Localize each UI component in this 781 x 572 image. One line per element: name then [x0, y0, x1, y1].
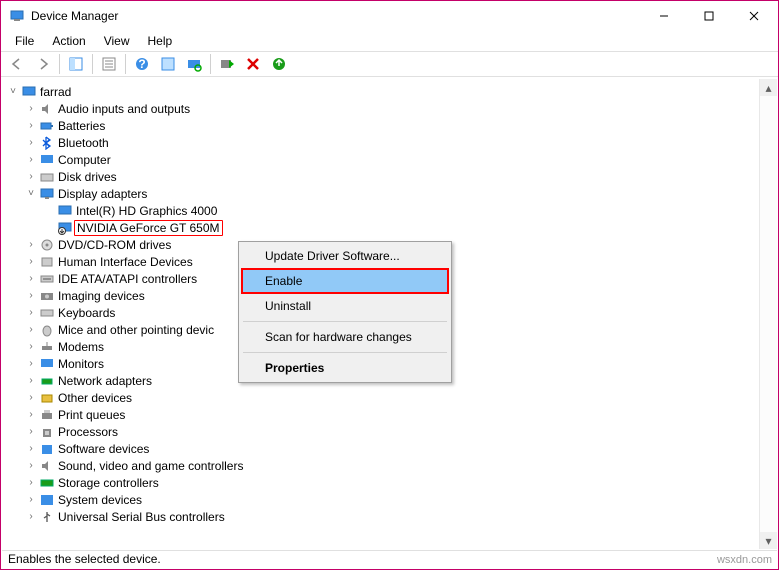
- tree-print[interactable]: ›Print queues: [2, 406, 759, 423]
- ctx-properties[interactable]: Properties: [241, 356, 449, 380]
- ctx-uninstall[interactable]: Uninstall: [241, 294, 449, 318]
- disc-icon: [38, 238, 56, 252]
- tree-sound[interactable]: ›Sound, video and game controllers: [2, 457, 759, 474]
- tree-batteries[interactable]: ›Batteries: [2, 117, 759, 134]
- tree-audio[interactable]: ›Audio inputs and outputs: [2, 100, 759, 117]
- modem-icon: [38, 340, 56, 354]
- window-title: Device Manager: [31, 9, 641, 23]
- usb-icon: [38, 510, 56, 524]
- show-hide-tree-button[interactable]: [64, 53, 88, 75]
- tree-disk[interactable]: ›Disk drives: [2, 168, 759, 185]
- ide-icon: [38, 272, 56, 286]
- tree-usb[interactable]: ›Universal Serial Bus controllers: [2, 508, 759, 525]
- minimize-button[interactable]: [641, 2, 686, 31]
- scan-hardware-button[interactable]: [182, 53, 206, 75]
- printer-icon: [38, 408, 56, 422]
- svg-text:?: ?: [138, 57, 145, 71]
- tree-processors[interactable]: ›Processors: [2, 423, 759, 440]
- other-icon: [38, 391, 56, 405]
- tree-bluetooth[interactable]: ›Bluetooth: [2, 134, 759, 151]
- scroll-thumb[interactable]: [760, 96, 777, 532]
- tree-other[interactable]: ›Other devices: [2, 389, 759, 406]
- forward-button[interactable]: [31, 53, 55, 75]
- enable-button[interactable]: [215, 53, 239, 75]
- tree-display[interactable]: ˅Display adapters: [2, 185, 759, 202]
- tree-display-nvidia[interactable]: NVIDIA GeForce GT 650M: [2, 219, 759, 236]
- menu-action[interactable]: Action: [44, 32, 93, 50]
- sound-icon: [38, 459, 56, 473]
- menu-view[interactable]: View: [96, 32, 138, 50]
- update-driver-button[interactable]: [267, 53, 291, 75]
- tool-icon-1[interactable]: [156, 53, 180, 75]
- properties-button[interactable]: [97, 53, 121, 75]
- camera-icon: [38, 289, 56, 303]
- hid-icon: [38, 255, 56, 269]
- maximize-button[interactable]: [686, 2, 731, 31]
- device-manager-window: Device Manager File Action View Help ? ˅…: [0, 0, 779, 570]
- app-icon: [9, 8, 25, 24]
- monitor-icon: [38, 357, 56, 371]
- close-button[interactable]: [731, 2, 776, 31]
- menu-help[interactable]: Help: [140, 32, 181, 50]
- monitor-icon: [56, 204, 74, 218]
- watermark: wsxdn.com: [717, 554, 772, 566]
- tree-software[interactable]: ›Software devices: [2, 440, 759, 457]
- scroll-down-button[interactable]: ▾: [760, 532, 777, 549]
- ctx-separator: [243, 321, 447, 322]
- help-button[interactable]: ?: [130, 53, 154, 75]
- vertical-scrollbar[interactable]: ▴ ▾: [760, 79, 777, 549]
- status-text: Enables the selected device.: [8, 552, 161, 566]
- ctx-scan[interactable]: Scan for hardware changes: [241, 325, 449, 349]
- toolbar: ?: [1, 51, 778, 77]
- computer-icon: [20, 85, 38, 99]
- system-icon: [38, 493, 56, 507]
- computer-icon: [38, 153, 56, 167]
- uninstall-button[interactable]: [241, 53, 265, 75]
- menubar: File Action View Help: [1, 31, 778, 51]
- tree-root[interactable]: ˅farrad: [2, 83, 759, 100]
- bluetooth-icon: [38, 136, 56, 150]
- battery-icon: [38, 119, 56, 133]
- menu-file[interactable]: File: [7, 32, 42, 50]
- tree-computer[interactable]: ›Computer: [2, 151, 759, 168]
- ctx-separator: [243, 352, 447, 353]
- ctx-update-driver[interactable]: Update Driver Software...: [241, 244, 449, 268]
- tree-display-intel[interactable]: Intel(R) HD Graphics 4000: [2, 202, 759, 219]
- mouse-icon: [38, 323, 56, 337]
- tree-system[interactable]: ›System devices: [2, 491, 759, 508]
- disk-icon: [38, 170, 56, 184]
- statusbar: Enables the selected device.: [2, 550, 777, 568]
- back-button[interactable]: [5, 53, 29, 75]
- scroll-up-button[interactable]: ▴: [760, 79, 777, 96]
- network-icon: [38, 374, 56, 388]
- cpu-icon: [38, 425, 56, 439]
- ctx-enable[interactable]: Enable: [241, 268, 449, 294]
- speaker-icon: [38, 102, 56, 116]
- tree-storage[interactable]: ›Storage controllers: [2, 474, 759, 491]
- monitor-disabled-icon: [56, 221, 74, 235]
- context-menu: Update Driver Software... Enable Uninsta…: [238, 241, 452, 383]
- monitor-icon: [38, 187, 56, 201]
- storage-icon: [38, 476, 56, 490]
- titlebar: Device Manager: [1, 1, 778, 31]
- keyboard-icon: [38, 306, 56, 320]
- software-icon: [38, 442, 56, 456]
